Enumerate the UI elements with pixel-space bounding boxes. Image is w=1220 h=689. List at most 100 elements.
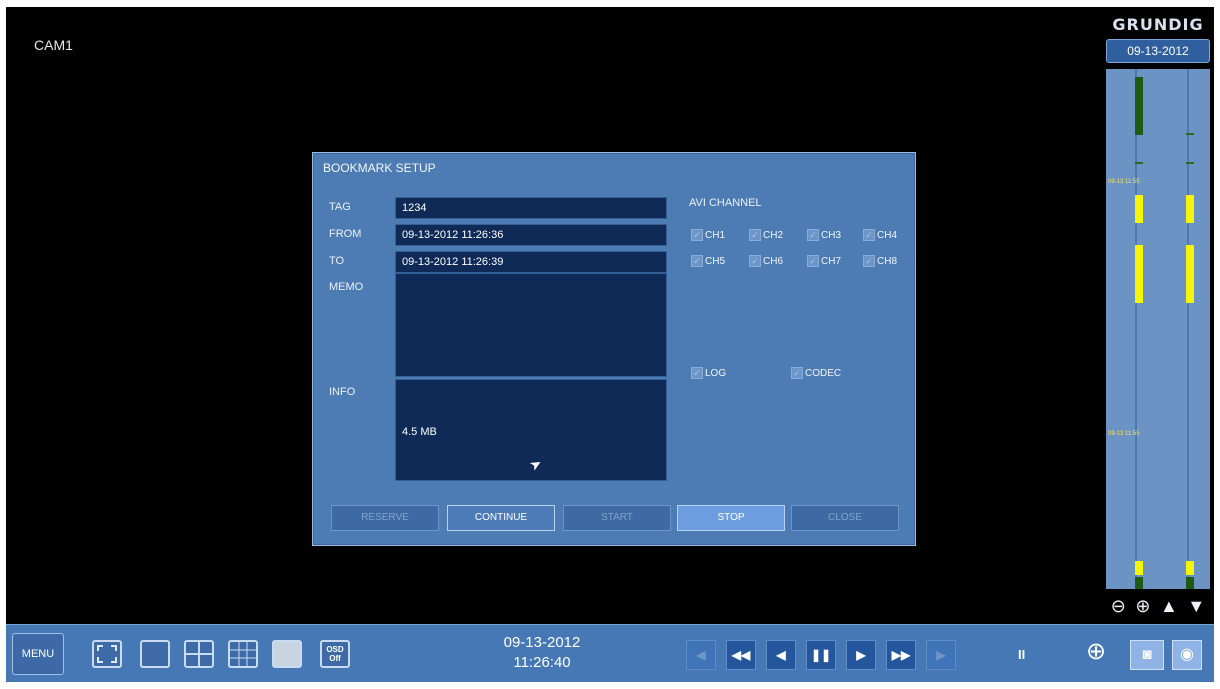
brand-logo: GRUNDIG	[1112, 15, 1204, 34]
event-segment	[1186, 195, 1194, 223]
bottom-control-bar: MENU OSD Off 09-13-2012 11:26:40 ◀ ◀◀ ◀ …	[6, 624, 1214, 682]
pause-icon[interactable]: ❚❚	[806, 640, 836, 670]
log-label: LOG	[705, 367, 727, 379]
event-segment	[1186, 245, 1194, 303]
timeline-panel: GRUNDIG 09-13-2012 09-13 11:55 09-13 11:…	[1102, 7, 1214, 624]
log-checkbox[interactable]: ✓ LOG	[691, 367, 726, 379]
zoom-in-icon[interactable]: ⊕	[1135, 596, 1150, 617]
timeline-divider	[1187, 69, 1189, 589]
pause-status-indicator: II	[1018, 647, 1026, 662]
recorded-segment	[1186, 577, 1194, 589]
rewind-icon[interactable]: ◀	[766, 640, 796, 670]
nine-split-layout-button[interactable]	[228, 640, 258, 668]
live-view-screen: CAM1 GRUNDIG 09-13-2012 09-13 11:55 09-1…	[6, 7, 1214, 682]
zoom-in-icon[interactable]: ⊕	[1086, 637, 1106, 666]
to-label: TO	[329, 255, 345, 267]
stop-button[interactable]: STOP	[677, 505, 785, 531]
recorded-segment	[1135, 162, 1143, 164]
channel-label: CH5	[705, 255, 726, 267]
bookmark-setup-dialog: BOOKMARK SETUP TAG 1234 FROM 09-13-2012 …	[312, 152, 916, 546]
event-segment	[1135, 195, 1143, 223]
single-layout-button[interactable]	[140, 640, 170, 668]
avi-channel-label: AVI CHANNEL	[689, 197, 762, 209]
sequence-person-button[interactable]	[272, 640, 302, 668]
reserve-button[interactable]: RESERVE	[331, 505, 439, 531]
recorded-segment	[1135, 577, 1143, 589]
triangle-down-icon[interactable]: ▼	[1187, 596, 1205, 617]
memo-textarea[interactable]	[395, 273, 667, 377]
recorded-segment	[1135, 77, 1143, 135]
event-segment	[1186, 561, 1194, 575]
from-field[interactable]: 09-13-2012 11:26:36	[395, 224, 667, 246]
memo-label: MEMO	[329, 281, 364, 293]
channel-checkbox-ch3[interactable]: ✓ CH3	[807, 229, 841, 241]
start-button[interactable]: START	[563, 505, 671, 531]
next-frame-icon[interactable]: ▶	[926, 640, 956, 670]
channel-checkbox-ch1[interactable]: ✓ CH1	[691, 229, 725, 241]
dialog-title: BOOKMARK SETUP	[323, 161, 436, 175]
system-clock: 09-13-2012 11:26:40	[482, 633, 602, 673]
timeline-mark: 09-13 11:55	[1108, 179, 1140, 185]
osd-label: OSD	[326, 645, 344, 654]
channel-label: CH6	[763, 255, 784, 267]
channel-label: CH1	[705, 229, 726, 241]
channel-label: CH7	[821, 255, 842, 267]
close-button[interactable]: CLOSE	[791, 505, 899, 531]
to-field[interactable]: 09-13-2012 11:26:39	[395, 251, 667, 273]
codec-checkbox[interactable]: ✓ CODEC	[791, 367, 841, 379]
checkmark-icon: ✓	[691, 255, 703, 267]
channel-label: CH8	[877, 255, 898, 267]
corner-icon	[111, 645, 117, 651]
mouse-cursor-icon: ➤	[526, 454, 545, 474]
corner-icon	[97, 645, 103, 651]
clock-time: 11:26:40	[513, 654, 571, 671]
timeline-track[interactable]: 09-13 11:55 09-13 11:55	[1106, 69, 1210, 589]
tag-label: TAG	[329, 201, 351, 213]
tag-field[interactable]: 1234	[395, 197, 667, 219]
timeline-divider	[1135, 69, 1137, 589]
checkmark-icon: ✓	[863, 229, 875, 241]
corner-icon	[97, 657, 103, 663]
channel-label: CH4	[877, 229, 898, 241]
recorded-segment	[1186, 133, 1194, 135]
fast-forward-icon[interactable]: ▶▶	[886, 640, 916, 670]
prev-frame-icon[interactable]: ◀	[686, 640, 716, 670]
channel-checkbox-ch6[interactable]: ✓ CH6	[749, 255, 783, 267]
corner-icon	[111, 657, 117, 663]
fast-rewind-icon[interactable]: ◀◀	[726, 640, 756, 670]
info-label: INFO	[329, 386, 356, 398]
channel-label: CH3	[821, 229, 842, 241]
checkmark-icon: ✓	[807, 255, 819, 267]
event-segment	[1135, 561, 1143, 575]
channel-checkbox-ch7[interactable]: ✓ CH7	[807, 255, 841, 267]
checkmark-icon: ✓	[749, 229, 761, 241]
channel-checkbox-ch4[interactable]: ✓ CH4	[863, 229, 897, 241]
osd-toggle-button[interactable]: OSD Off	[320, 640, 350, 668]
triangle-up-icon[interactable]: ▲	[1160, 596, 1178, 617]
timeline-mark: 09-13 11:55	[1108, 431, 1140, 437]
checkmark-icon: ✓	[691, 367, 703, 379]
play-icon[interactable]: ▶	[846, 640, 876, 670]
menu-button[interactable]: MENU	[12, 633, 64, 675]
timeline-date[interactable]: 09-13-2012	[1106, 39, 1210, 63]
timeline-controls: ⊖ ⊕ ▲ ▼	[1106, 593, 1210, 619]
zoom-out-icon[interactable]: ⊖	[1111, 596, 1126, 617]
info-size: 4.5 MB	[402, 426, 437, 438]
checkmark-icon: ✓	[807, 229, 819, 241]
channel-checkbox-ch8[interactable]: ✓ CH8	[863, 255, 897, 267]
recorded-segment	[1186, 162, 1194, 164]
clock-date: 09-13-2012	[503, 634, 581, 651]
quad-layout-button[interactable]	[184, 640, 214, 668]
checkmark-icon: ✓	[749, 255, 761, 267]
camera-icon[interactable]: ◙	[1130, 640, 1164, 670]
camera-label: CAM1	[34, 37, 73, 53]
channel-checkbox-ch2[interactable]: ✓ CH2	[749, 229, 783, 241]
disc-icon[interactable]: ◉	[1172, 640, 1202, 670]
fullscreen-layout-button[interactable]	[92, 640, 122, 668]
channel-checkbox-ch5[interactable]: ✓ CH5	[691, 255, 725, 267]
checkmark-icon: ✓	[791, 367, 803, 379]
codec-label: CODEC	[805, 367, 842, 379]
checkmark-icon: ✓	[863, 255, 875, 267]
checkmark-icon: ✓	[691, 229, 703, 241]
continue-button[interactable]: CONTINUE	[447, 505, 555, 531]
